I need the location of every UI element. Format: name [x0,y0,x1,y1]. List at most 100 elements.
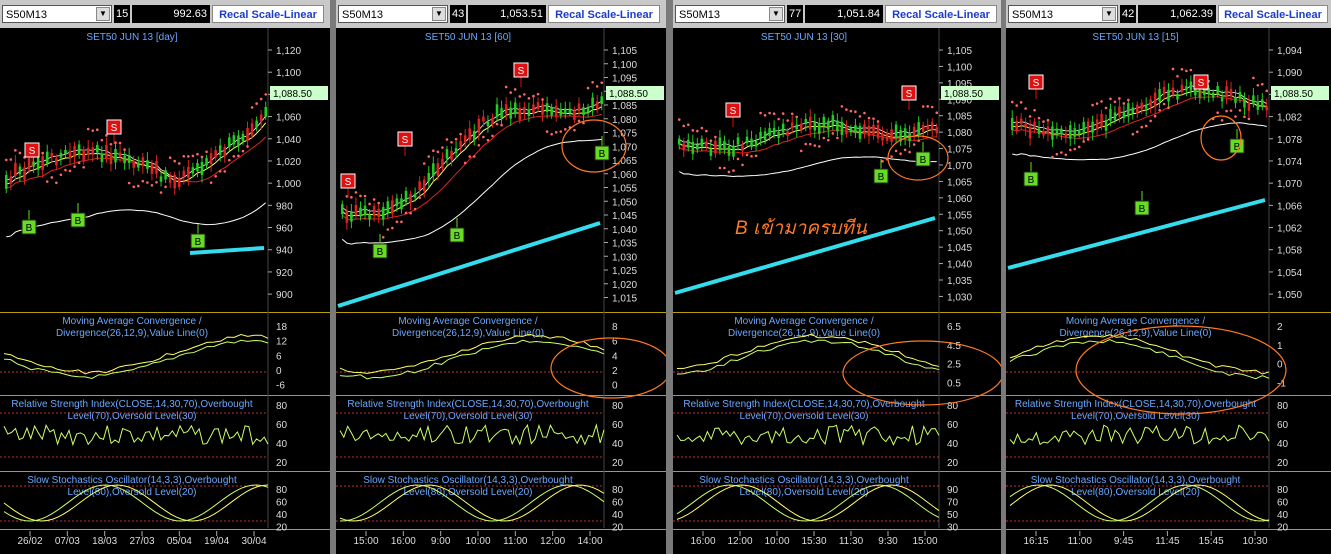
sar-dot [168,156,172,160]
sar-dot [1024,107,1027,110]
time-tick-label: 30/04 [241,536,266,547]
signal-label: B [878,172,885,183]
candle [568,108,572,114]
macd-title-line2: Divergence(26,12,9),Value Line(0) [56,328,208,339]
sar-dot [9,158,13,161]
macd-tick-label: 2.5 [947,360,961,371]
price-tick-label: 1,020 [612,280,637,291]
candle [250,123,254,136]
sar-dot [454,137,458,141]
sar-dot [1015,104,1018,107]
candle [768,128,771,136]
signal-label: B [26,223,33,234]
highlight-circle [1200,115,1242,161]
recal-scale-button[interactable]: Recal Scale-Linear [1218,5,1328,23]
chevron-down-icon[interactable]: ▼ [769,7,783,21]
sar-dot [1238,109,1242,112]
sar-dot [554,131,558,134]
symbol-select[interactable]: S50M13 ▼ [2,5,112,23]
candle [436,163,440,176]
recal-scale-button[interactable]: Recal Scale-Linear [885,5,997,23]
candle [96,144,99,153]
sar-dot [1033,108,1036,112]
sar-dot [1068,148,1072,152]
rsi-tick-label: 80 [612,401,624,412]
sar-dot [255,102,258,105]
symbol-select[interactable]: S50M13 ▼ [338,5,448,23]
candle [827,120,830,130]
sar-dot [1158,108,1161,112]
recal-scale-button[interactable]: Recal Scale-Linear [212,5,324,23]
sar-dot [858,115,862,118]
sar-dot [1135,130,1139,134]
rsi-line [1009,424,1270,446]
price-tick-label: 1,094 [1277,46,1302,57]
price-tick-label: 1,058 [1277,246,1302,257]
sar-dot [745,153,749,157]
sar-dot [132,185,136,189]
price-tick-label: 1,020 [276,157,301,168]
candle [1153,92,1157,107]
sar-dot [18,151,22,155]
symbol-select[interactable]: S50M13 ▼ [1008,5,1118,23]
symbol-label: S50M13 [679,9,720,21]
sar-dot [14,149,17,152]
sar-dot [1140,125,1144,129]
sar-dot [100,138,104,142]
sar-dot [600,81,604,85]
last-price: 1,053.51 [468,5,546,23]
sar-dot [903,148,907,152]
sar-dot [173,159,176,163]
candle [591,97,594,109]
panel-toolbar: S50M13 ▼ 77 1,051.84 Recal Scale-Linear [673,0,1001,28]
candle [781,123,785,133]
sar-dot [777,117,780,121]
rsi-title-line1: Relative Strength Index(CLOSE,14,30,70),… [11,399,252,410]
sar-dot [400,220,403,224]
chevron-down-icon[interactable]: ▼ [432,7,446,21]
candle [885,132,889,141]
recal-scale-button[interactable]: Recal Scale-Linear [548,5,660,23]
sar-dot [917,139,920,142]
time-tick-label: 15:30 [801,536,826,547]
time-tick-label: 27/03 [129,536,154,547]
sar-dot [523,93,526,96]
candle [232,135,236,145]
sar-dot [363,194,367,198]
stoch-title-line1: Slow Stochastics Oscillator(14,3,3),Over… [699,475,909,486]
sar-dot [682,124,686,128]
candle [100,153,104,162]
candle [917,122,920,136]
candle [45,151,49,164]
candle [1211,92,1215,98]
sar-dot [422,162,426,165]
candle [237,135,240,147]
candle [554,105,558,117]
time-tick-label: 14:00 [577,536,602,547]
macd-tick-label: -1 [1277,379,1286,390]
sar-dot [686,123,690,127]
signal-label: S [345,177,352,188]
chevron-down-icon[interactable]: ▼ [1102,7,1116,21]
candle [27,158,31,170]
candle [9,176,13,184]
candle [41,156,44,171]
candle [1162,86,1166,95]
time-axis [336,531,666,554]
price-tick-label: 1,100 [276,68,301,79]
sar-dot [200,155,204,159]
sar-dot [1046,118,1050,122]
symbol-label: S50M13 [342,9,383,21]
sar-dot [109,142,113,146]
candle [1229,88,1233,97]
sar-dot [1162,102,1166,106]
candle [495,104,499,117]
ma-fast-line [679,124,937,151]
symbol-select[interactable]: S50M13 ▼ [675,5,785,23]
sar-dot [177,162,181,165]
chart-canvas: SET50 JUN 13 [30]1,1051,1001,0951,0901,0… [673,28,1001,554]
chevron-down-icon[interactable]: ▼ [96,7,110,21]
candle [799,123,803,131]
candle [912,126,916,136]
sar-dot [768,111,771,115]
